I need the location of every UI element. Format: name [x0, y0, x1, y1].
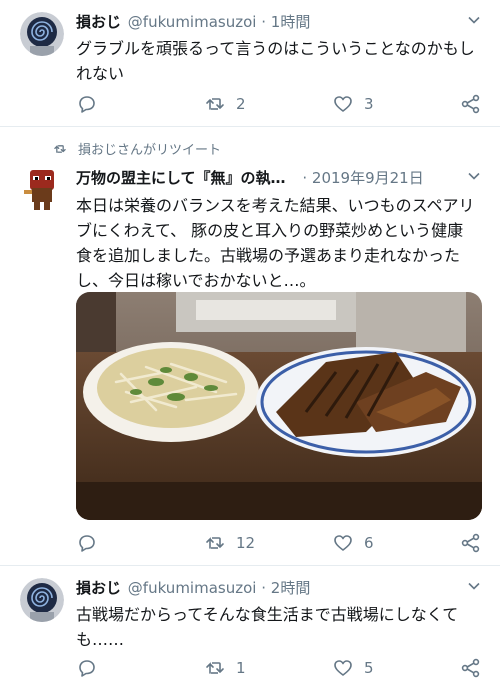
user-handle[interactable]: @fukumimasuzoi — [128, 13, 257, 31]
retweeted-by-label[interactable]: 損おじさんがリツイート — [78, 139, 221, 158]
avatar-spiral-icon — [20, 12, 64, 56]
avatar-character-icon — [20, 166, 64, 210]
like-count: 6 — [364, 534, 374, 552]
more-button[interactable] — [466, 12, 486, 32]
reply-icon — [79, 96, 95, 113]
tweet-text-line: 本日は栄養のバランスを考えた結果、いつものスペアリ — [76, 196, 475, 215]
like-button[interactable]: 6 — [332, 531, 374, 555]
share-icon — [461, 658, 480, 678]
display-name[interactable]: 損おじ — [76, 579, 121, 597]
reply-button[interactable] — [76, 531, 98, 555]
more-button[interactable] — [466, 578, 486, 598]
like-count: 5 — [364, 659, 374, 677]
tweet-text-line: ブにくわえて、 豚の皮と耳入りの野菜炒めという健康 — [76, 221, 464, 240]
tweet-text-line: 古戦場だからってそんな食生活まで古戦場にしなくて — [76, 605, 459, 624]
avatar-spiral-icon — [20, 578, 64, 622]
tweet-text: 古戦場だからってそんな食生活まで古戦場にしなくて も…… — [76, 602, 486, 652]
like-icon — [334, 96, 352, 112]
tweet-3[interactable]: 損おじ @fukumimasuzoi · 2時間 古戦場だからってそんな食生活ま… — [0, 566, 500, 692]
tweet-text-line: も…… — [76, 630, 125, 649]
action-bar: 12 6 — [76, 531, 486, 555]
display-name[interactable]: 損おじ — [76, 13, 121, 31]
timestamp[interactable]: 2時間 — [271, 579, 311, 597]
food-photo-image — [76, 292, 482, 520]
tweet-text-line: グラブルを頑張るって言うのはこういうことなのかもし — [76, 39, 475, 58]
retweet-button[interactable]: 12 — [204, 531, 255, 555]
tweet-header: 損おじ @fukumimasuzoi · 2時間 — [76, 578, 310, 598]
like-icon — [334, 535, 352, 551]
share-button[interactable] — [460, 656, 482, 680]
retweet-count: 2 — [236, 95, 246, 113]
avatar[interactable] — [20, 12, 64, 56]
like-count: 3 — [364, 95, 374, 113]
retweet-button[interactable]: 1 — [204, 656, 246, 680]
share-icon — [461, 533, 480, 553]
chevron-down-icon — [468, 172, 480, 180]
tweet-text: 本日は栄養のバランスを考えた結果、いつものスペアリ ブにくわえて、 豚の皮と耳入… — [76, 193, 488, 293]
reply-icon — [79, 660, 95, 677]
timestamp[interactable]: 1時間 — [271, 13, 311, 31]
tweet-1[interactable]: 損おじ @fukumimasuzoi · 1時間 グラブルを頑張るって言うのはこ… — [0, 0, 500, 126]
retweet-count: 1 — [236, 659, 246, 677]
chevron-down-icon — [468, 16, 480, 24]
avatar[interactable] — [20, 166, 64, 210]
retweet-icon — [206, 537, 224, 549]
reply-button[interactable] — [76, 92, 98, 116]
user-handle[interactable]: @fukumimasuzoi — [128, 579, 257, 597]
tweet-photo[interactable] — [76, 292, 482, 520]
like-icon — [334, 660, 352, 676]
separator-dot: · — [302, 169, 308, 187]
timestamp[interactable]: 2019年9月21日 — [312, 169, 424, 187]
tweet-text-line: 食を追加しました。古戦場の予選あまり走れなかった — [76, 246, 461, 265]
reply-button[interactable] — [76, 656, 98, 680]
share-button[interactable] — [460, 531, 482, 555]
tweet-header: 万物の盟主にして『無』の執… · 2019年9月21日 — [76, 168, 424, 188]
chevron-down-icon — [468, 582, 480, 590]
like-button[interactable]: 3 — [332, 92, 374, 116]
display-name[interactable]: 万物の盟主にして『無』の執… — [76, 169, 286, 187]
retweet-icon — [206, 98, 224, 110]
like-button[interactable]: 5 — [332, 656, 374, 680]
avatar[interactable] — [20, 578, 64, 622]
share-icon — [461, 94, 480, 114]
tweet-text-line: れない — [76, 64, 125, 83]
action-bar: 1 5 — [76, 656, 486, 680]
retweet-icon — [206, 662, 224, 674]
retweet-icon — [54, 144, 66, 153]
separator-dot: · — [261, 13, 267, 31]
separator-dot: · — [261, 579, 267, 597]
reply-icon — [79, 535, 95, 552]
share-button[interactable] — [460, 92, 482, 116]
tweet-header: 損おじ @fukumimasuzoi · 1時間 — [76, 12, 310, 32]
tweet-text-line: し、今日は稼いでおかないと…。 — [76, 271, 316, 290]
retweet-count: 12 — [236, 534, 256, 552]
retweet-button[interactable]: 2 — [204, 92, 246, 116]
tweet-text: グラブルを頑張るって言うのはこういうことなのかもし れない — [76, 36, 486, 86]
action-bar: 2 3 — [76, 92, 486, 116]
more-button[interactable] — [466, 168, 486, 188]
retweet-context: 損おじさんがリツイート — [52, 139, 221, 158]
